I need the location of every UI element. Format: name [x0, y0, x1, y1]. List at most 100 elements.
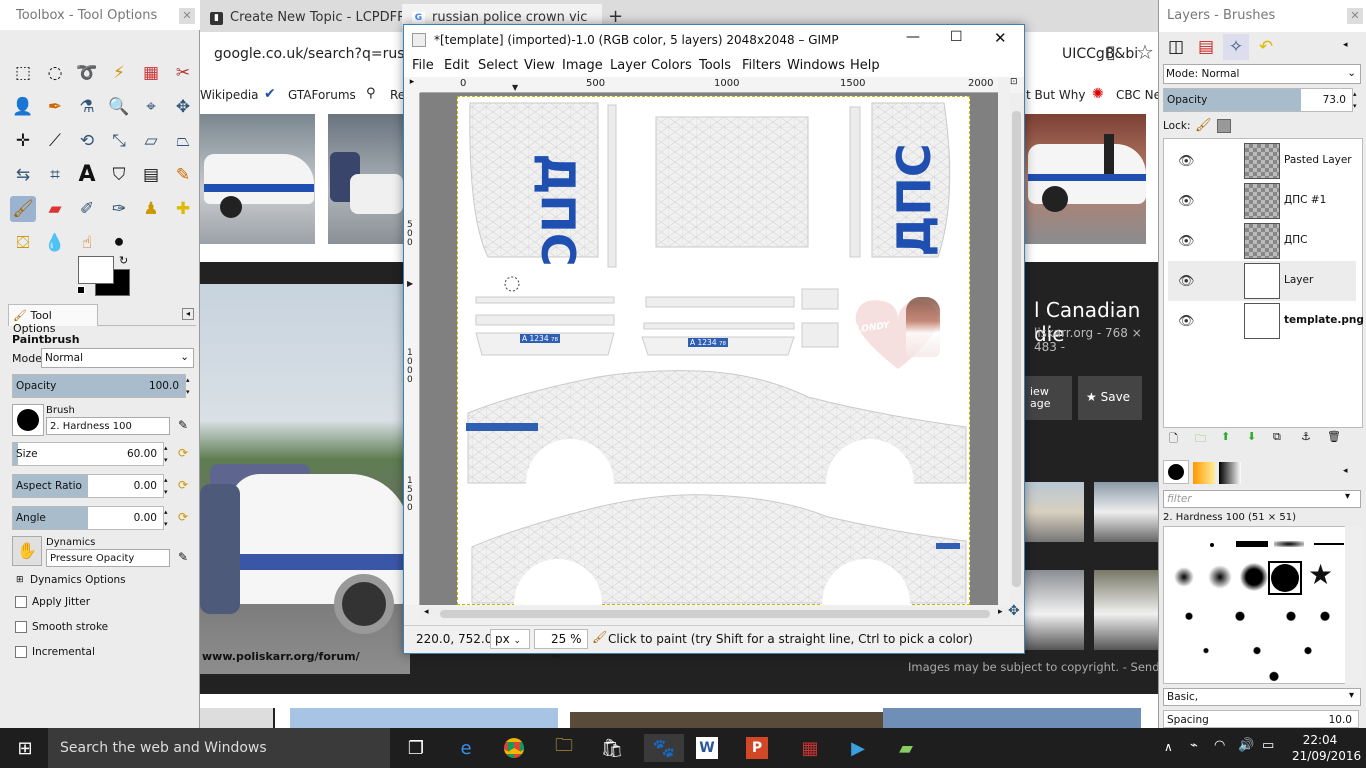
chevron-down-icon[interactable]: ▾: [1345, 491, 1350, 502]
smooth-stroke-checkbox[interactable]: [15, 621, 27, 633]
paths-tab-icon[interactable]: ✧: [1223, 34, 1249, 60]
crop-icon[interactable]: ⟋: [42, 128, 68, 154]
edge-icon[interactable]: e: [452, 734, 480, 762]
menu-help[interactable]: Help: [850, 58, 880, 73]
dock-menu-icon[interactable]: ◂: [1343, 466, 1348, 476]
incremental-checkbox[interactable]: [15, 646, 27, 658]
gimp-taskbar-icon[interactable]: 🐾: [644, 734, 684, 762]
brush-scrollbar[interactable]: [1345, 526, 1361, 684]
layer-row[interactable]: 👁 ДПС #1: [1168, 181, 1356, 221]
network-icon[interactable]: ⌁: [1190, 738, 1198, 753]
minimize-icon[interactable]: —: [906, 29, 920, 45]
selected-brush[interactable]: [1268, 561, 1302, 595]
menu-layer[interactable]: Layer: [610, 58, 646, 73]
move-icon[interactable]: ✥: [170, 94, 196, 120]
visibility-eye-icon[interactable]: 👁: [1178, 194, 1195, 209]
horizontal-scrollbar[interactable]: ◂ ▸: [420, 607, 1010, 621]
dynamics-field[interactable]: Pressure Opacity: [46, 549, 170, 567]
measure-icon[interactable]: ⌖: [138, 94, 164, 120]
new-group-icon[interactable]: 🗀: [1195, 430, 1206, 449]
apply-jitter-checkbox[interactable]: [15, 596, 27, 608]
lower-layer-icon[interactable]: ⬇: [1247, 430, 1256, 443]
browser-tab-lcpdfr[interactable]: ▮ Create New Topic - LCPDFR: [200, 4, 406, 32]
menu-image[interactable]: Image: [562, 58, 603, 73]
paths-icon[interactable]: ✒: [42, 94, 68, 120]
layer-row[interactable]: 👁 template.png: [1168, 301, 1364, 341]
file-explorer-icon[interactable]: 🗀: [550, 734, 578, 762]
flip-icon[interactable]: ⇆: [10, 162, 36, 188]
chevron-up-icon[interactable]: ∧: [1164, 740, 1173, 754]
zoom-icon[interactable]: 🔍: [106, 94, 132, 120]
reset-size-icon[interactable]: ⟳: [178, 446, 188, 460]
menu-filters[interactable]: Filters: [742, 58, 781, 73]
undo-history-icon[interactable]: ↶: [1253, 34, 1279, 60]
brush-grid[interactable]: ★: [1163, 526, 1353, 684]
canvas-area[interactable]: ДПС ДПС A 1234 78 A 1234 78 LONDY: [420, 93, 998, 605]
search-box[interactable]: Search the web and Windows: [48, 728, 390, 768]
media-player-icon[interactable]: ▶: [844, 734, 872, 762]
free-select-icon[interactable]: ➰: [74, 60, 100, 86]
dodge-burn-icon[interactable]: ⚫: [106, 230, 132, 256]
menu-tools[interactable]: Tools: [699, 58, 731, 73]
dynamics-icon[interactable]: ✋: [12, 536, 42, 566]
scroll-thumb[interactable]: [1012, 111, 1021, 587]
related-image[interactable]: [1094, 482, 1158, 542]
menu-select[interactable]: Select: [478, 58, 518, 73]
bookmark-gtaforums[interactable]: GTAForums: [288, 88, 356, 102]
image-canvas[interactable]: ДПС ДПС A 1234 78 A 1234 78 LONDY: [457, 96, 970, 605]
layer-row[interactable]: 👁 Layer: [1168, 261, 1356, 301]
mode-select[interactable]: Normal ⌄: [41, 348, 194, 368]
windows-start-icon[interactable]: ⊞: [10, 734, 40, 762]
rect-select-icon[interactable]: ⬚: [10, 60, 36, 86]
bookmark-but-why[interactable]: t But Why: [1026, 88, 1085, 102]
edit-dynamics-icon[interactable]: ✎: [178, 550, 188, 564]
edit-brush-icon[interactable]: ✎: [178, 418, 188, 432]
visibility-eye-icon[interactable]: 👁: [1178, 314, 1195, 329]
lock-alpha-icon[interactable]: [1217, 119, 1231, 133]
opacity-slider[interactable]: Opacity 100.0: [12, 374, 186, 398]
airbrush-icon[interactable]: ✐: [74, 196, 100, 222]
duplicate-layer-icon[interactable]: ⧉: [1273, 430, 1281, 444]
tab-tool-options[interactable]: 🖌 Tool Options: [8, 304, 98, 335]
color-picker-icon[interactable]: ⚗: [74, 94, 100, 120]
raise-layer-icon[interactable]: ⬆: [1221, 430, 1230, 443]
opacity-spinner[interactable]: ▴ ▾: [1353, 88, 1361, 112]
paintbrush-icon[interactable]: 🖌: [10, 196, 36, 222]
navigation-icon[interactable]: ✥: [1008, 603, 1020, 619]
layers-tab-icon[interactable]: ◫: [1163, 34, 1189, 60]
close-icon[interactable]: ✕: [179, 8, 195, 24]
zoom-select[interactable]: 25 % ⌄: [534, 629, 588, 660]
brush-preset-select[interactable]: Basic, ▾: [1163, 688, 1361, 706]
brush-spacing-slider[interactable]: Spacing 10.0: [1163, 710, 1359, 728]
maximize-icon[interactable]: ☐: [950, 29, 963, 45]
store-icon[interactable]: 🛍: [598, 734, 626, 762]
scroll-thumb[interactable]: [440, 610, 990, 618]
rotate-icon[interactable]: ⟲: [74, 128, 100, 154]
unit-select[interactable]: px ⌄: [490, 629, 530, 649]
word-icon[interactable]: W: [696, 737, 718, 759]
swap-colors-icon[interactable]: ↻: [119, 254, 128, 267]
menu-colors[interactable]: Colors: [651, 58, 692, 73]
close-icon[interactable]: ✕: [994, 29, 1007, 47]
size-spinner[interactable]: ▴ ▾: [164, 442, 172, 466]
layer-row[interactable]: 👁 ДПС: [1168, 221, 1356, 261]
visibility-eye-icon[interactable]: 👁: [1178, 154, 1195, 169]
reading-view-icon[interactable]: ▯: [1106, 42, 1116, 63]
shear-icon[interactable]: ▱: [138, 128, 164, 154]
clock-time[interactable]: 22:04: [1292, 733, 1348, 747]
opacity-spinner[interactable]: ▴ ▾: [186, 374, 194, 398]
layer-opacity-slider[interactable]: Opacity 73.0: [1163, 88, 1353, 112]
bookmark-cbc[interactable]: CBC Ne: [1116, 88, 1161, 102]
brush-name-field[interactable]: 2. Hardness 100: [46, 417, 170, 435]
pencil-icon[interactable]: ✎: [170, 162, 196, 188]
scissors-icon[interactable]: ✂: [170, 60, 196, 86]
clone-icon[interactable]: ♟: [138, 196, 164, 222]
brush-preview[interactable]: [12, 404, 44, 436]
url-tail-text[interactable]: UICCgB&bi: [1062, 46, 1138, 62]
save-button[interactable]: ★ Save: [1078, 376, 1142, 420]
brushes-tab-icon[interactable]: [1163, 460, 1189, 484]
result-image[interactable]: [1024, 114, 1146, 244]
menu-file[interactable]: File: [412, 58, 434, 73]
perspective-clone-icon[interactable]: ⛋: [10, 230, 36, 256]
layer-mode-select[interactable]: Mode: Normal ⌄: [1163, 64, 1361, 84]
